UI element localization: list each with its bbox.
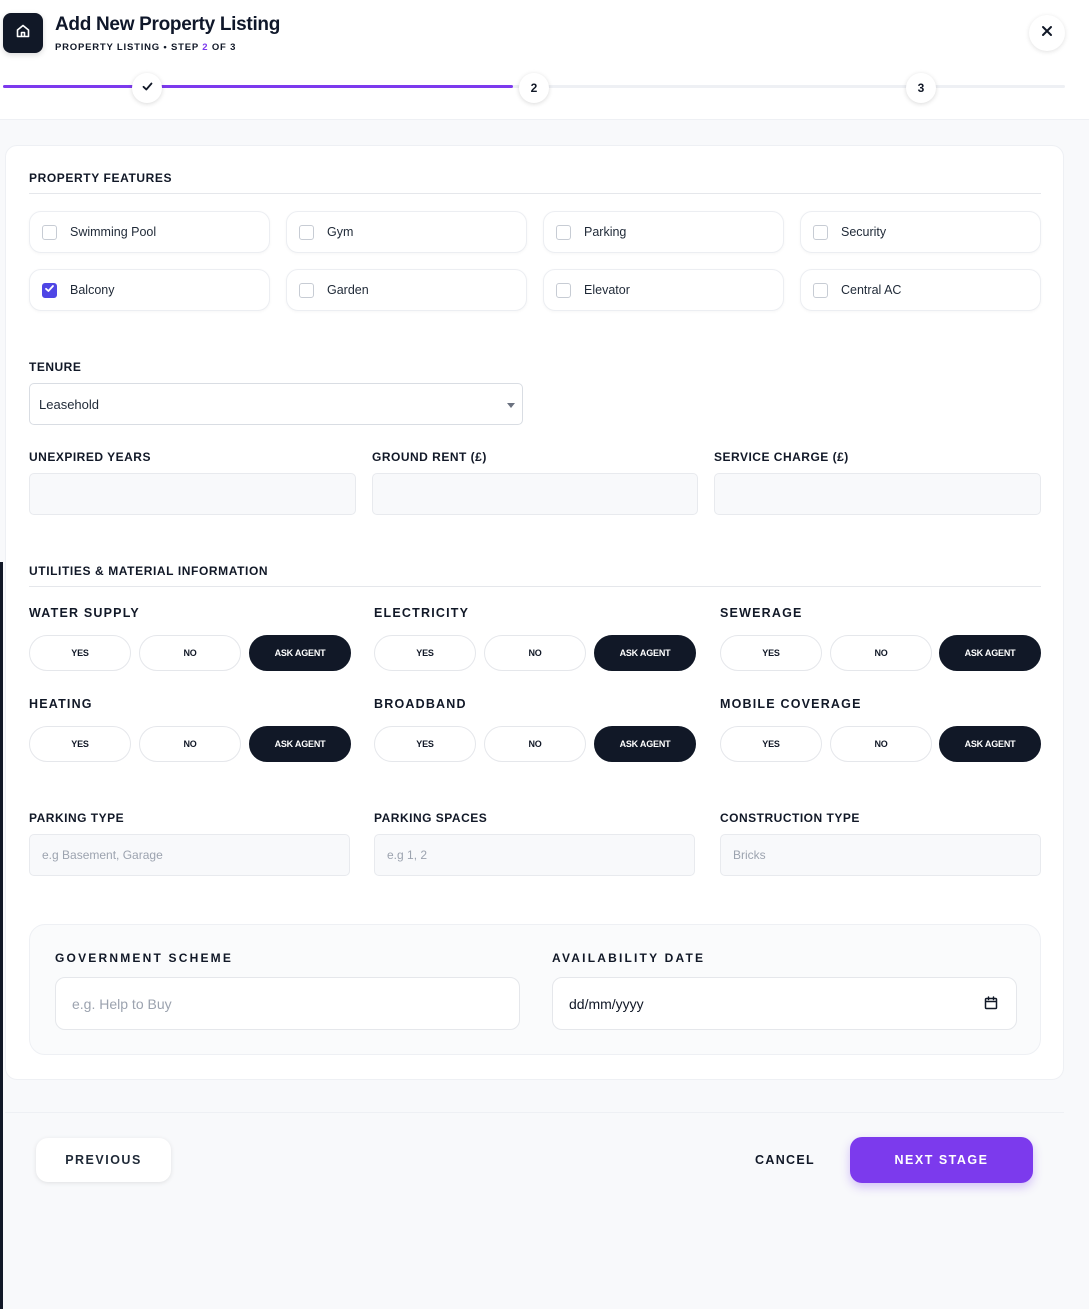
feature-label: Security xyxy=(841,225,887,239)
ground-rent-input[interactable] xyxy=(372,473,698,515)
step-3-upcoming[interactable]: 3 xyxy=(906,73,936,103)
features-section-title: PROPERTY FEATURES xyxy=(29,171,173,185)
previous-button[interactable]: PREVIOUS xyxy=(36,1138,171,1182)
heating-label: HEATING xyxy=(29,697,93,711)
construction-type-input[interactable]: Bricks xyxy=(720,834,1041,876)
availability-date-input[interactable]: dd/mm/yyyy xyxy=(552,977,1017,1030)
sewerage-no-button[interactable]: NO xyxy=(830,635,932,671)
mobile-coverage-yes-button[interactable]: YES xyxy=(720,726,822,762)
checkbox[interactable] xyxy=(42,224,57,240)
sewerage-ask-agent-button[interactable]: ASK AGENT xyxy=(939,635,1041,671)
sewerage-label: SEWERAGE xyxy=(720,606,803,620)
feature-garden[interactable]: Garden xyxy=(286,269,527,311)
parking-spaces-input[interactable]: e.g 1, 2 xyxy=(374,834,695,876)
government-scheme-label: GOVERNMENT SCHEME xyxy=(55,951,234,965)
checkbox[interactable] xyxy=(813,282,828,298)
electricity-label: ELECTRICITY xyxy=(374,606,470,620)
current-step-number: 2 xyxy=(202,42,209,53)
feature-security[interactable]: Security xyxy=(800,211,1041,253)
feature-label: Parking xyxy=(584,225,627,239)
step-2-current[interactable]: 2 xyxy=(519,73,549,103)
mobile-coverage-label: MOBILE COVERAGE xyxy=(720,697,862,711)
page-subtitle: PROPERTY LISTING • STEP 2 OF 3 xyxy=(55,42,236,53)
home-button[interactable] xyxy=(3,13,43,53)
scheme-panel: GOVERNMENT SCHEME e.g. Help to Buy AVAIL… xyxy=(29,924,1041,1055)
water-supply-ask-agent-button[interactable]: ASK AGENT xyxy=(249,635,351,671)
feature-label: Gym xyxy=(327,225,354,239)
sewerage-yes-button[interactable]: YES xyxy=(720,635,822,671)
electricity-yes-button[interactable]: YES xyxy=(374,635,476,671)
check-icon xyxy=(141,80,154,96)
calendar-icon[interactable] xyxy=(984,996,998,1013)
feature-parking[interactable]: Parking xyxy=(543,211,784,253)
tenure-label: TENURE xyxy=(29,360,82,374)
availability-date-label: AVAILABILITY DATE xyxy=(552,951,706,965)
heating-ask-agent-button[interactable]: ASK AGENT xyxy=(249,726,351,762)
unexpired-years-input[interactable] xyxy=(29,473,356,515)
electricity-no-button[interactable]: NO xyxy=(484,635,586,671)
header: Add New Property Listing PROPERTY LISTIN… xyxy=(0,0,1089,120)
checkbox[interactable] xyxy=(556,224,571,240)
mobile-coverage-no-button[interactable]: NO xyxy=(830,726,932,762)
broadband-no-button[interactable]: NO xyxy=(484,726,586,762)
mobile-coverage-ask-agent-button[interactable]: ASK AGENT xyxy=(939,726,1041,762)
water-supply-no-button[interactable]: NO xyxy=(139,635,241,671)
broadband-yes-button[interactable]: YES xyxy=(374,726,476,762)
feature-elevator[interactable]: Elevator xyxy=(543,269,784,311)
form-card: PROPERTY FEATURES Swimming Pool Gym Park… xyxy=(5,145,1064,1080)
heating-yes-button[interactable]: YES xyxy=(29,726,131,762)
divider xyxy=(29,586,1041,587)
checkbox-checked[interactable] xyxy=(42,281,57,299)
utilities-section-title: UTILITIES & MATERIAL INFORMATION xyxy=(29,564,269,578)
checkbox[interactable] xyxy=(299,282,314,298)
checkbox[interactable] xyxy=(813,224,828,240)
broadband-ask-agent-button[interactable]: ASK AGENT xyxy=(594,726,696,762)
feature-label: Balcony xyxy=(70,283,115,297)
date-value: dd/mm/yyyy xyxy=(569,995,644,1012)
heating-no-button[interactable]: NO xyxy=(139,726,241,762)
ground-rent-label: GROUND RENT (£) xyxy=(372,450,487,464)
broadband-label: BROADBAND xyxy=(374,697,467,711)
parking-spaces-label: PARKING SPACES xyxy=(374,811,488,825)
feature-label: Elevator xyxy=(584,283,630,297)
parking-type-label: PARKING TYPE xyxy=(29,811,125,825)
close-icon xyxy=(1041,24,1053,42)
close-button[interactable] xyxy=(1029,15,1065,51)
electricity-ask-agent-button[interactable]: ASK AGENT xyxy=(594,635,696,671)
home-icon xyxy=(15,23,31,44)
unexpired-years-label: UNEXPIRED YEARS xyxy=(29,450,151,464)
caret-down-icon xyxy=(507,403,515,408)
page-title: Add New Property Listing xyxy=(55,14,281,35)
feature-label: Garden xyxy=(327,283,369,297)
feature-label: Central AC xyxy=(841,283,902,297)
feature-swimming-pool[interactable]: Swimming Pool xyxy=(29,211,270,253)
subtitle-prefix: PROPERTY LISTING • STEP xyxy=(55,42,199,53)
tenure-value: Leasehold xyxy=(39,396,99,412)
checkbox[interactable] xyxy=(556,282,571,298)
service-charge-input[interactable] xyxy=(714,473,1041,515)
progress-fill xyxy=(3,85,513,88)
step-1-done[interactable] xyxy=(132,73,162,103)
feature-central-ac[interactable]: Central AC xyxy=(800,269,1041,311)
checkbox[interactable] xyxy=(299,224,314,240)
left-rail xyxy=(0,562,3,1309)
parking-type-input[interactable]: e.g Basement, Garage xyxy=(29,834,350,876)
subtitle-suffix: OF 3 xyxy=(211,42,237,53)
cancel-button[interactable]: CANCEL xyxy=(740,1138,830,1182)
government-scheme-input[interactable]: e.g. Help to Buy xyxy=(55,977,520,1030)
tenure-select[interactable]: Leasehold xyxy=(29,383,523,425)
feature-label: Swimming Pool xyxy=(70,225,157,239)
divider xyxy=(29,193,1041,194)
check-icon xyxy=(44,281,55,299)
water-supply-label: WATER SUPPLY xyxy=(29,606,140,620)
footer-divider xyxy=(5,1112,1064,1113)
next-stage-button[interactable]: NEXT STAGE xyxy=(850,1137,1033,1183)
feature-gym[interactable]: Gym xyxy=(286,211,527,253)
construction-type-label: CONSTRUCTION TYPE xyxy=(720,811,860,825)
feature-balcony[interactable]: Balcony xyxy=(29,269,270,311)
service-charge-label: SERVICE CHARGE (£) xyxy=(714,450,849,464)
water-supply-yes-button[interactable]: YES xyxy=(29,635,131,671)
